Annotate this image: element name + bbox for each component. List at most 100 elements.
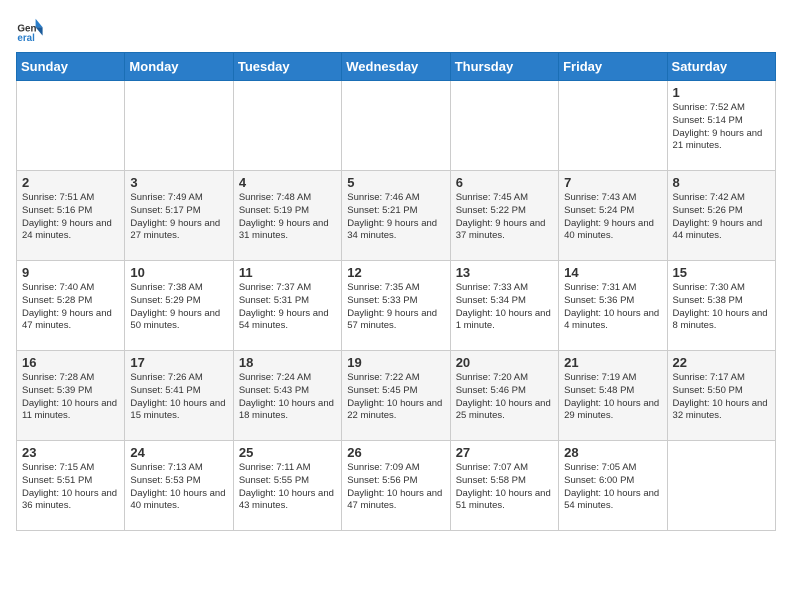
weekday-header-wednesday: Wednesday — [342, 53, 450, 81]
day-number: 8 — [673, 175, 770, 190]
day-info: Sunrise: 7:24 AM Sunset: 5:43 PM Dayligh… — [239, 372, 336, 423]
week-row-4: 16 Sunrise: 7:28 AM Sunset: 5:39 PM Dayli… — [17, 351, 776, 441]
svg-text:eral: eral — [17, 33, 35, 44]
day-info: Sunrise: 7:49 AM Sunset: 5:17 PM Dayligh… — [130, 192, 227, 243]
day-number: 21 — [564, 355, 661, 370]
calendar-cell — [17, 81, 125, 171]
day-number: 19 — [347, 355, 444, 370]
day-number: 3 — [130, 175, 227, 190]
calendar-cell — [559, 81, 667, 171]
day-info: Sunrise: 7:19 AM Sunset: 5:48 PM Dayligh… — [564, 372, 661, 423]
calendar-cell — [125, 81, 233, 171]
calendar-cell: 11Sunrise: 7:37 AM Sunset: 5:31 PM Dayli… — [233, 261, 341, 351]
weekday-header-thursday: Thursday — [450, 53, 558, 81]
calendar-cell: 18 Sunrise: 7:24 AM Sunset: 5:43 PM Dayli… — [233, 351, 341, 441]
day-info: Sunrise: 7:05 AM Sunset: 6:00 PM Dayligh… — [564, 462, 661, 513]
day-number: 1 — [673, 85, 770, 100]
calendar-cell — [450, 81, 558, 171]
calendar-cell: 1 Sunrise: 7:52 AM Sunset: 5:14 PM Daylig… — [667, 81, 775, 171]
calendar-cell: 12Sunrise: 7:35 AM Sunset: 5:33 PM Dayli… — [342, 261, 450, 351]
day-info: Sunrise: 7:22 AM Sunset: 5:45 PM Dayligh… — [347, 372, 444, 423]
calendar-cell — [667, 441, 775, 531]
day-info: Sunrise: 7:13 AM Sunset: 5:53 PM Dayligh… — [130, 462, 227, 513]
page-header: Gen eral — [16, 16, 776, 44]
day-info: Sunrise: 7:51 AM Sunset: 5:16 PM Dayligh… — [22, 192, 119, 243]
day-info: Sunrise: 7:52 AM Sunset: 5:14 PM Dayligh… — [673, 102, 770, 153]
weekday-header-friday: Friday — [559, 53, 667, 81]
calendar-cell: 25Sunrise: 7:11 AM Sunset: 5:55 PM Dayli… — [233, 441, 341, 531]
day-info: Sunrise: 7:45 AM Sunset: 5:22 PM Dayligh… — [456, 192, 553, 243]
week-row-3: 9 Sunrise: 7:40 AM Sunset: 5:28 PM Daylig… — [17, 261, 776, 351]
day-number: 28 — [564, 445, 661, 460]
calendar-cell: 9 Sunrise: 7:40 AM Sunset: 5:28 PM Daylig… — [17, 261, 125, 351]
weekday-header-tuesday: Tuesday — [233, 53, 341, 81]
day-info: Sunrise: 7:42 AM Sunset: 5:26 PM Dayligh… — [673, 192, 770, 243]
calendar-cell: 22 Sunrise: 7:17 AM Sunset: 5:50 PM Dayli… — [667, 351, 775, 441]
calendar-cell: 26 Sunrise: 7:09 AM Sunset: 5:56 PM Dayli… — [342, 441, 450, 531]
calendar-cell: 2 Sunrise: 7:51 AM Sunset: 5:16 PM Daylig… — [17, 171, 125, 261]
day-number: 23 — [22, 445, 119, 460]
day-info: Sunrise: 7:43 AM Sunset: 5:24 PM Dayligh… — [564, 192, 661, 243]
weekday-header-monday: Monday — [125, 53, 233, 81]
day-number: 2 — [22, 175, 119, 190]
day-info: Sunrise: 7:07 AM Sunset: 5:58 PM Dayligh… — [456, 462, 553, 513]
day-number: 14 — [564, 265, 661, 280]
generalblue-logo-icon: Gen eral — [16, 16, 44, 44]
day-info: Sunrise: 7:46 AM Sunset: 5:21 PM Dayligh… — [347, 192, 444, 243]
calendar-cell: 23 Sunrise: 7:15 AM Sunset: 5:51 PM Dayli… — [17, 441, 125, 531]
calendar-cell: 21 Sunrise: 7:19 AM Sunset: 5:48 PM Dayli… — [559, 351, 667, 441]
day-number: 6 — [456, 175, 553, 190]
calendar-cell: 24 Sunrise: 7:13 AM Sunset: 5:53 PM Dayli… — [125, 441, 233, 531]
week-row-5: 23 Sunrise: 7:15 AM Sunset: 5:51 PM Dayli… — [17, 441, 776, 531]
day-info: Sunrise: 7:17 AM Sunset: 5:50 PM Dayligh… — [673, 372, 770, 423]
week-row-1: 1 Sunrise: 7:52 AM Sunset: 5:14 PM Daylig… — [17, 81, 776, 171]
logo: Gen eral — [16, 16, 48, 44]
weekday-header-sunday: Sunday — [17, 53, 125, 81]
day-info: Sunrise: 7:40 AM Sunset: 5:28 PM Dayligh… — [22, 282, 119, 333]
day-number: 15 — [673, 265, 770, 280]
calendar-cell: 16 Sunrise: 7:28 AM Sunset: 5:39 PM Dayli… — [17, 351, 125, 441]
day-info: Sunrise: 7:30 AM Sunset: 5:38 PM Dayligh… — [673, 282, 770, 333]
day-number: 22 — [673, 355, 770, 370]
calendar-cell: 5Sunrise: 7:46 AM Sunset: 5:21 PM Daylig… — [342, 171, 450, 261]
week-row-2: 2 Sunrise: 7:51 AM Sunset: 5:16 PM Daylig… — [17, 171, 776, 261]
day-info: Sunrise: 7:31 AM Sunset: 5:36 PM Dayligh… — [564, 282, 661, 333]
day-number: 17 — [130, 355, 227, 370]
calendar-cell: 4 Sunrise: 7:48 AM Sunset: 5:19 PM Daylig… — [233, 171, 341, 261]
day-number: 26 — [347, 445, 444, 460]
calendar-cell: 8 Sunrise: 7:42 AM Sunset: 5:26 PM Daylig… — [667, 171, 775, 261]
calendar-cell: 7 Sunrise: 7:43 AM Sunset: 5:24 PM Daylig… — [559, 171, 667, 261]
day-number: 4 — [239, 175, 336, 190]
day-info: Sunrise: 7:35 AM Sunset: 5:33 PM Dayligh… — [347, 282, 444, 333]
day-info: Sunrise: 7:37 AM Sunset: 5:31 PM Dayligh… — [239, 282, 336, 333]
day-number: 9 — [22, 265, 119, 280]
day-info: Sunrise: 7:33 AM Sunset: 5:34 PM Dayligh… — [456, 282, 553, 333]
day-info: Sunrise: 7:38 AM Sunset: 5:29 PM Dayligh… — [130, 282, 227, 333]
calendar-cell: 20Sunrise: 7:20 AM Sunset: 5:46 PM Dayli… — [450, 351, 558, 441]
day-info: Sunrise: 7:15 AM Sunset: 5:51 PM Dayligh… — [22, 462, 119, 513]
calendar-cell: 15 Sunrise: 7:30 AM Sunset: 5:38 PM Dayli… — [667, 261, 775, 351]
calendar-cell — [233, 81, 341, 171]
day-number: 20 — [456, 355, 553, 370]
calendar-cell: 27Sunrise: 7:07 AM Sunset: 5:58 PM Dayli… — [450, 441, 558, 531]
calendar-cell — [342, 81, 450, 171]
calendar-cell: 13 Sunrise: 7:33 AM Sunset: 5:34 PM Dayli… — [450, 261, 558, 351]
day-info: Sunrise: 7:26 AM Sunset: 5:41 PM Dayligh… — [130, 372, 227, 423]
day-number: 16 — [22, 355, 119, 370]
calendar-cell: 6 Sunrise: 7:45 AM Sunset: 5:22 PM Daylig… — [450, 171, 558, 261]
day-number: 25 — [239, 445, 336, 460]
day-info: Sunrise: 7:48 AM Sunset: 5:19 PM Dayligh… — [239, 192, 336, 243]
calendar-cell: 28 Sunrise: 7:05 AM Sunset: 6:00 PM Dayli… — [559, 441, 667, 531]
day-number: 7 — [564, 175, 661, 190]
calendar-cell: 3 Sunrise: 7:49 AM Sunset: 5:17 PM Daylig… — [125, 171, 233, 261]
day-number: 24 — [130, 445, 227, 460]
calendar-cell: 19 Sunrise: 7:22 AM Sunset: 5:45 PM Dayli… — [342, 351, 450, 441]
day-info: Sunrise: 7:28 AM Sunset: 5:39 PM Dayligh… — [22, 372, 119, 423]
day-info: Sunrise: 7:09 AM Sunset: 5:56 PM Dayligh… — [347, 462, 444, 513]
calendar-cell: 14 Sunrise: 7:31 AM Sunset: 5:36 PM Dayli… — [559, 261, 667, 351]
calendar-cell: 17 Sunrise: 7:26 AM Sunset: 5:41 PM Dayli… — [125, 351, 233, 441]
day-number: 13 — [456, 265, 553, 280]
day-number: 18 — [239, 355, 336, 370]
calendar-cell: 10 Sunrise: 7:38 AM Sunset: 5:29 PM Dayli… — [125, 261, 233, 351]
day-number: 10 — [130, 265, 227, 280]
